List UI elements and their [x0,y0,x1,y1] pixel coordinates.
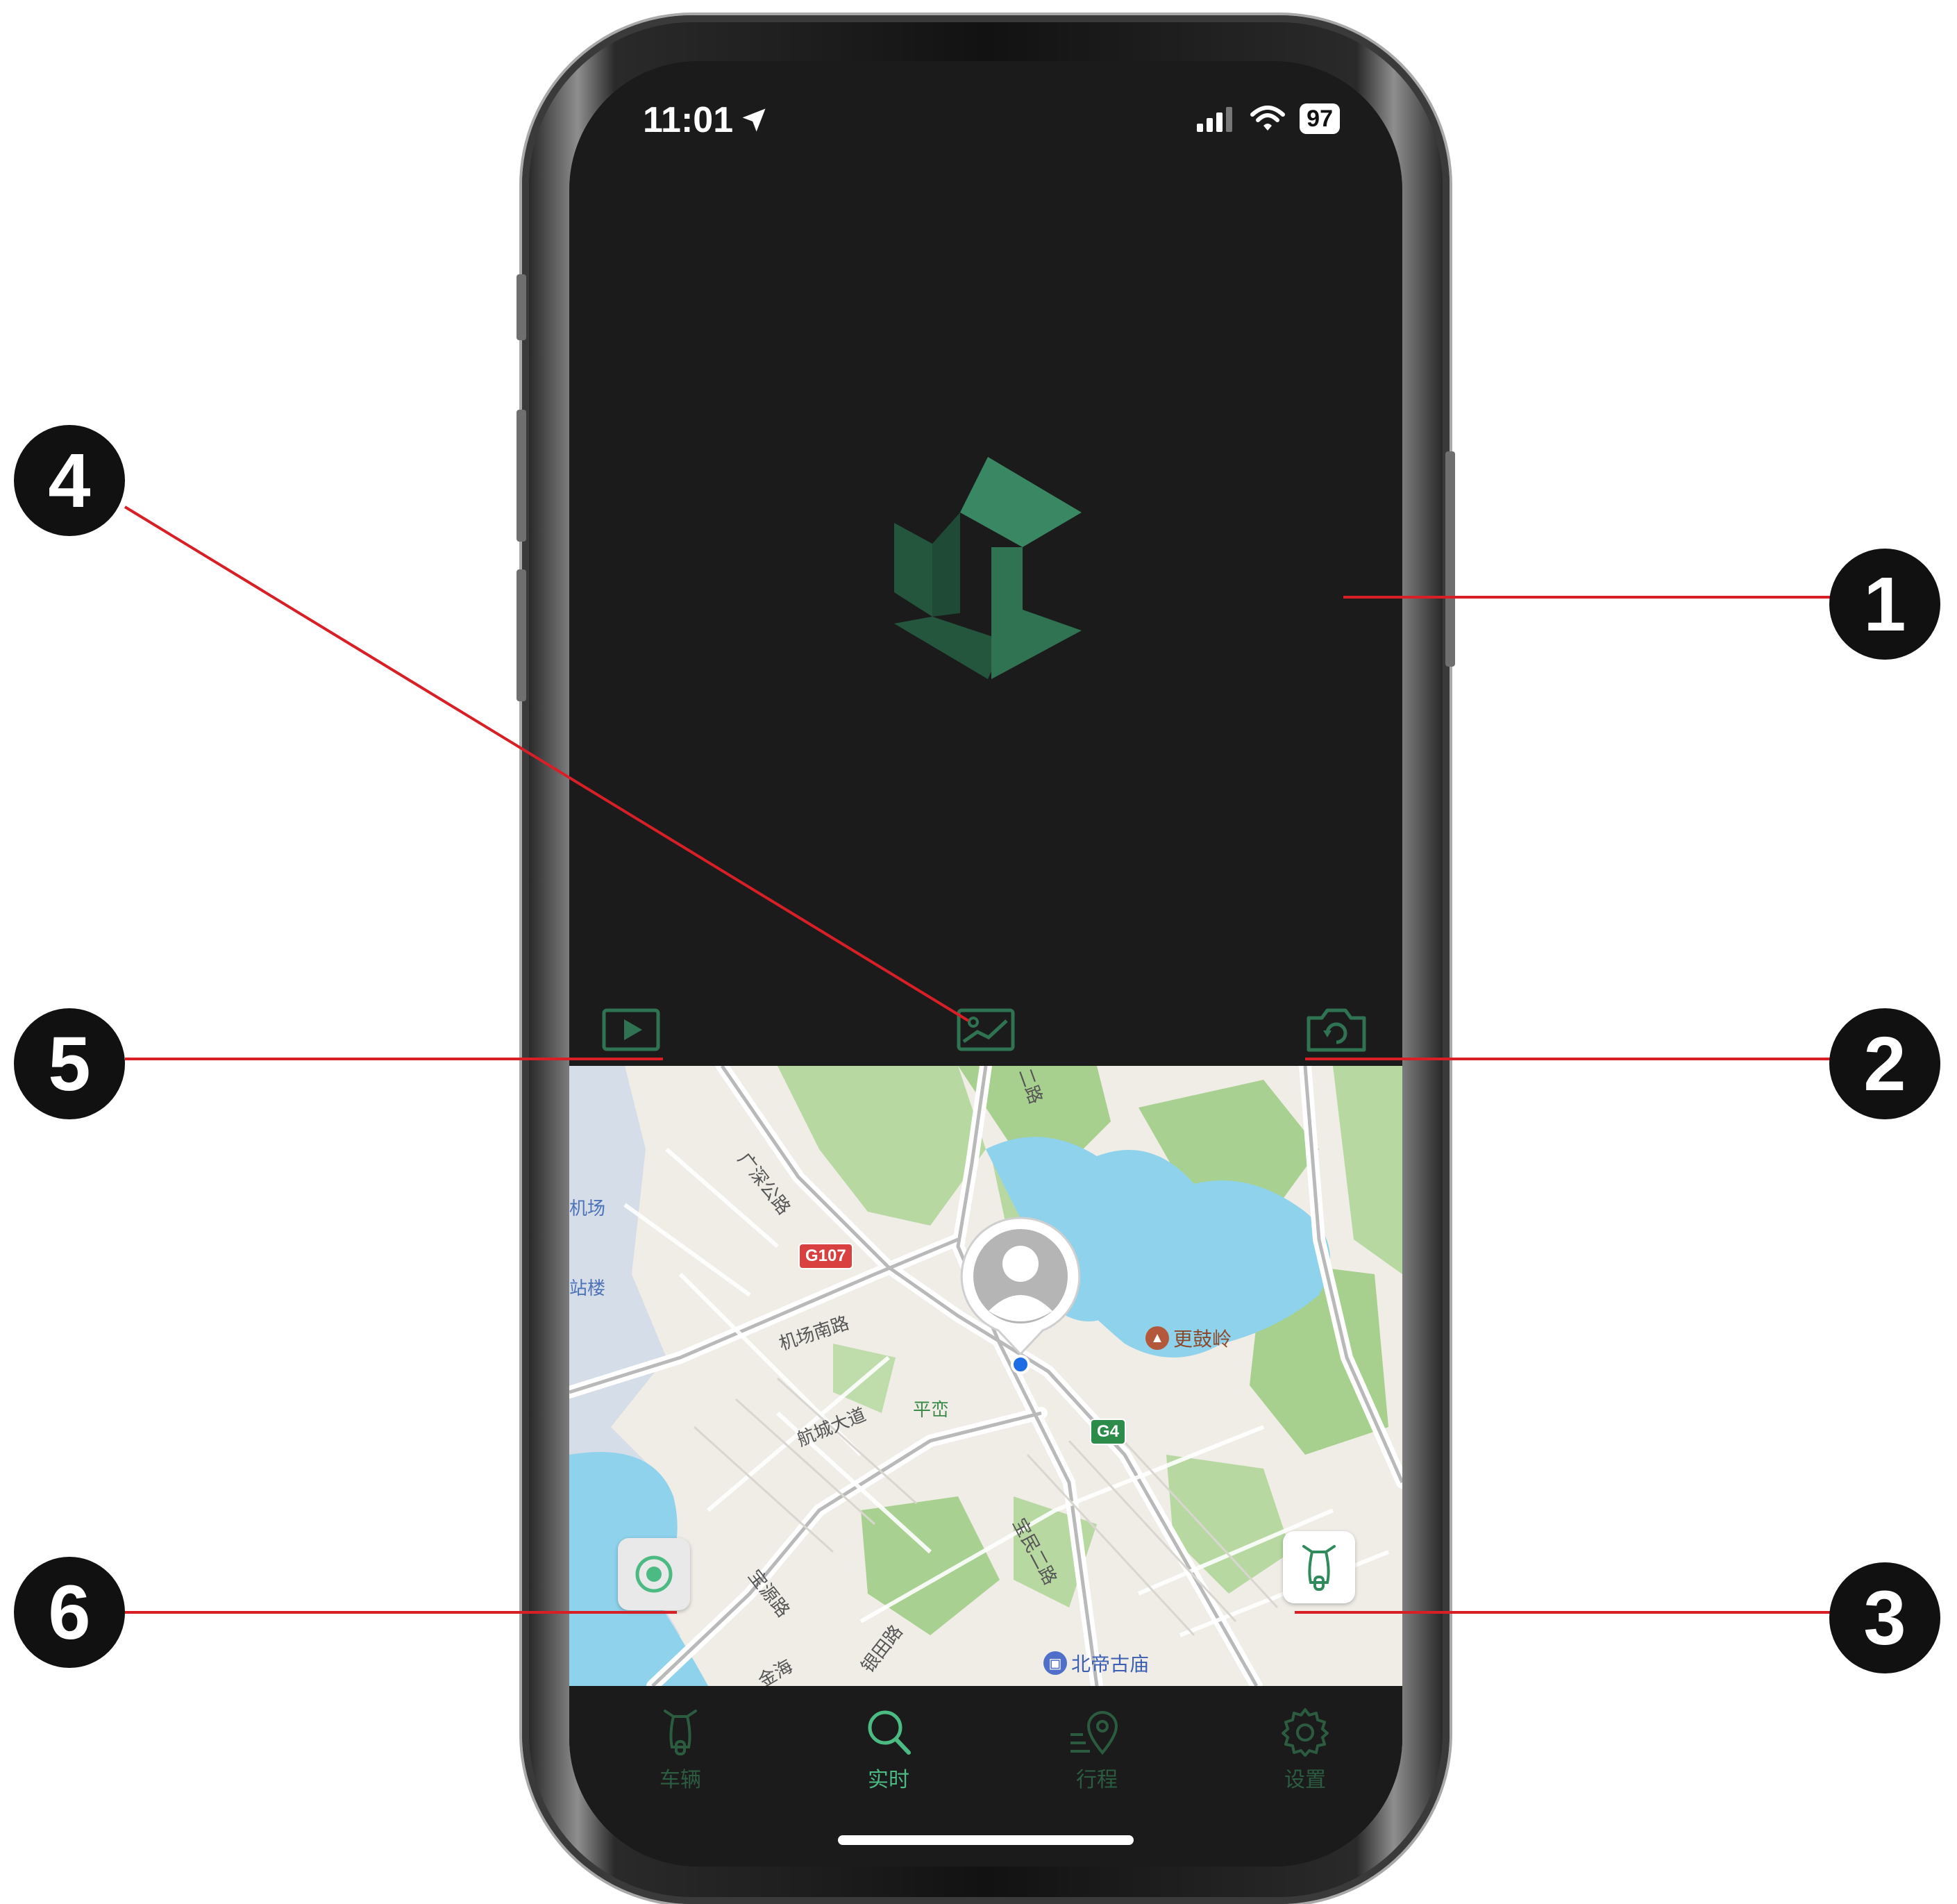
poi-beidi-label: 北帝古庙 [1071,1653,1150,1675]
search-icon [868,1710,911,1755]
route-shield-g4: G4 [1090,1419,1127,1445]
home-indicator[interactable] [838,1835,1134,1845]
play-icon [602,1008,660,1051]
route-pin-icon [1070,1711,1118,1755]
location-arrow-icon [742,108,766,132]
map-base [569,1066,1402,1686]
poi-genggu[interactable]: ▲ 更鼓岭 [1145,1324,1232,1352]
video-toolbar [569,1005,1402,1054]
tab-vehicle[interactable]: 车辆 [625,1707,736,1793]
tab-settings-label: 设置 [1284,1769,1326,1792]
map-label-airport: 机场 [569,1198,606,1219]
status-icons: 97 [1195,103,1340,134]
tab-trips[interactable]: 行程 [1041,1707,1152,1793]
callout-6: 6 [14,1557,125,1668]
mountain-icon: ▲ [1145,1326,1169,1350]
scooter-icon [664,1710,697,1755]
volume-down-button [516,569,526,701]
callout-4: 4 [14,425,125,536]
signal-icon [1197,107,1233,132]
snapshot-gallery-button[interactable] [955,1005,1017,1054]
tab-realtime-label: 实时 [868,1769,909,1792]
switch-camera-icon [1307,1008,1366,1052]
map-view[interactable]: 机场 站楼 广深公路 机场南路 航城大道 平峦 宝民二路 宝源路 银田路 金海 … [569,1066,1402,1686]
volume-up-button [516,410,526,542]
tab-vehicle-label: 车辆 [660,1769,701,1792]
map-label-terminal: 站楼 [569,1278,606,1298]
poi-genggu-label: 更鼓岭 [1173,1328,1232,1350]
route-shield-g107: G107 [798,1243,853,1269]
poi-beidi[interactable]: ▣ 北帝古庙 [1043,1649,1149,1677]
tab-realtime[interactable]: 实时 [833,1707,944,1793]
mute-switch [516,274,526,340]
image-icon [957,1008,1015,1051]
power-button [1445,451,1455,667]
map-label-pingluan: 平峦 [913,1399,950,1420]
user-location-pin[interactable] [959,1215,1082,1375]
wifi-icon [1250,106,1286,131]
gear-icon [1282,1708,1329,1757]
callout-1: 1 [1829,549,1940,660]
tab-settings[interactable]: 设置 [1250,1707,1361,1793]
time-text: 11:01 [643,100,734,140]
locate-button[interactable] [618,1538,690,1610]
locate-target-icon [635,1555,673,1593]
status-bar: 11:01 97 [569,99,1402,141]
battery-level: 97 [1300,103,1340,134]
phone-screen: 11:01 97 机场 站楼 广深公路 机场南路 航城大道 平峦 宝民二路 宝源… [569,61,1402,1867]
temple-icon: ▣ [1043,1651,1067,1675]
callout-5: 5 [14,1008,125,1119]
callout-3: 3 [1829,1562,1940,1673]
play-button[interactable] [600,1005,662,1054]
callout-2: 2 [1829,1008,1940,1119]
tab-trips-label: 行程 [1076,1769,1118,1792]
vehicle-locate-button[interactable] [1283,1531,1355,1603]
status-time: 11:01 [643,99,769,141]
scooter-icon [1302,1545,1336,1591]
app-logo-icon [894,457,1082,679]
switch-camera-button[interactable] [1305,1005,1368,1054]
